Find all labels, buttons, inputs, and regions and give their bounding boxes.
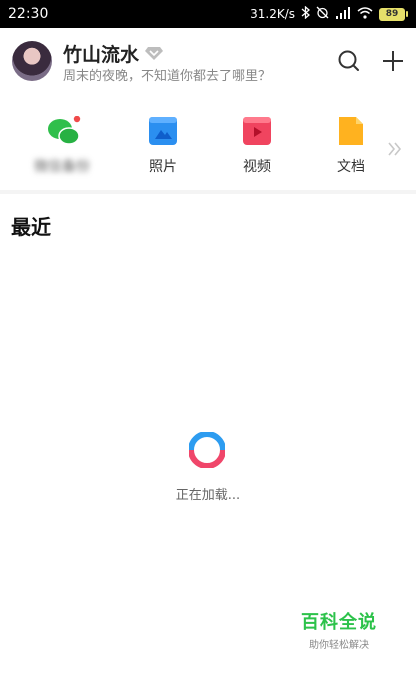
video-icon: [242, 116, 272, 146]
photo-icon: [148, 116, 178, 146]
shortcut-label: 照片: [149, 159, 177, 175]
add-icon[interactable]: [380, 48, 406, 74]
diamond-vip-icon[interactable]: [144, 42, 164, 62]
watermark-title: 百科全说: [301, 612, 377, 633]
status-time: 22:30: [8, 6, 49, 22]
profile-header: 竹山流水 周末的夜晚，不知道你都去了哪里？: [0, 28, 416, 96]
battery-icon: 89: [379, 7, 408, 21]
signal-icon: [335, 6, 351, 22]
shortcut-photos[interactable]: 照片: [123, 112, 203, 182]
status-icons: 31.2K/s 89: [250, 5, 408, 22]
section-divider: [0, 190, 416, 194]
shortcut-label: 视频: [243, 159, 271, 175]
shortcut-wechat-backup[interactable]: 微信备份: [22, 112, 102, 182]
status-bar: 22:30 31.2K/s 89: [0, 0, 416, 28]
bluetooth-icon: [301, 5, 310, 22]
search-icon[interactable]: [336, 48, 362, 74]
network-speed: 31.2K/s: [250, 7, 295, 21]
loading-text: 正在加载...: [175, 488, 241, 503]
battery-level: 89: [379, 7, 405, 21]
watermark-subtitle: 助你轻松解决: [309, 640, 369, 651]
shortcut-videos[interactable]: 视频: [217, 112, 297, 182]
motto-text: 周末的夜晚，不知道你都去了哪里？: [63, 69, 272, 84]
username[interactable]: 竹山流水: [63, 40, 139, 67]
wifi-icon: [357, 6, 373, 22]
alarm-off-icon: [316, 6, 329, 22]
watermark: 百科全说 助你轻松解决: [294, 608, 384, 651]
chevron-right-double-icon[interactable]: [386, 140, 404, 158]
wechat-icon: [47, 115, 81, 146]
avatar[interactable]: [12, 41, 52, 81]
shortcut-documents[interactable]: 文档: [311, 112, 391, 182]
recent-title: 最近: [11, 215, 51, 239]
shortcut-bar: 微信备份 照片 视频 文档: [0, 96, 416, 190]
loading-spinner-icon: [188, 431, 226, 469]
shortcut-label: 文档: [337, 159, 365, 175]
document-icon: [336, 116, 366, 146]
shortcut-label: 微信备份: [34, 159, 90, 175]
